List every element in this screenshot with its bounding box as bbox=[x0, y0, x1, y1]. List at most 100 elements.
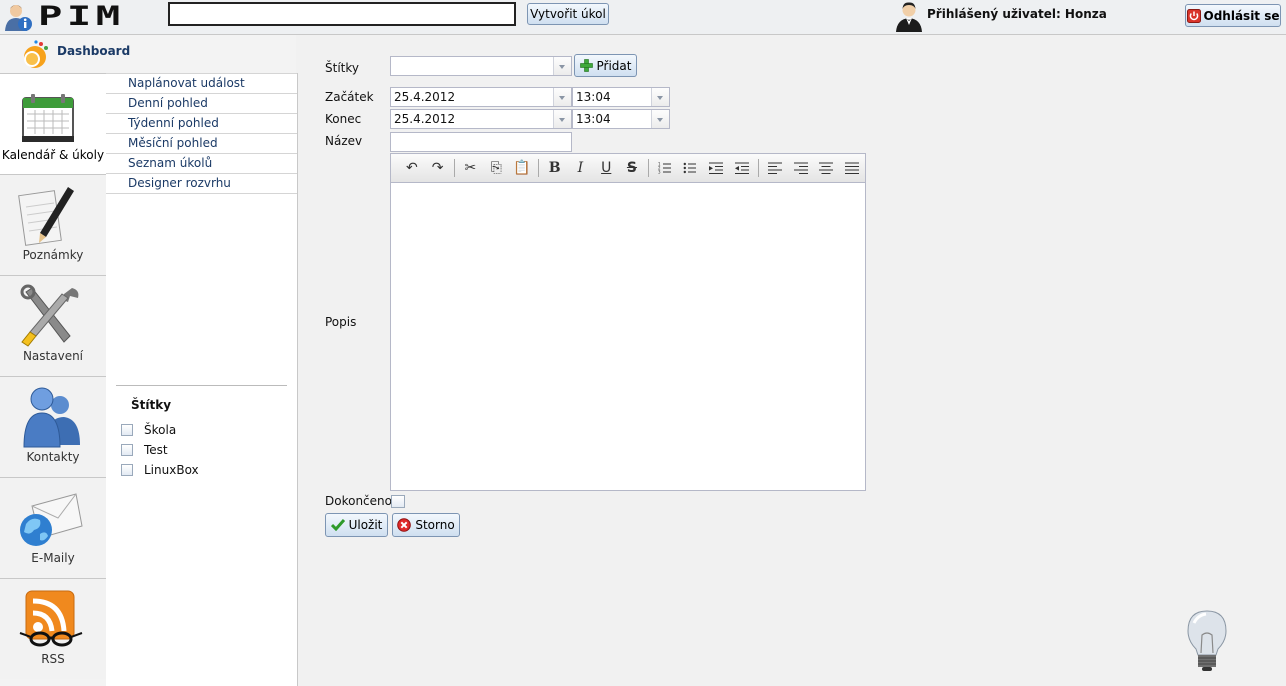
submenu-item-schedule-event[interactable]: Naplánovat událost bbox=[106, 73, 297, 93]
indent-icon[interactable] bbox=[703, 157, 729, 179]
start-date-field[interactable]: 25.4.2012 bbox=[390, 87, 572, 107]
description-label: Popis bbox=[325, 315, 357, 329]
bullet-list-icon[interactable] bbox=[678, 157, 704, 179]
module-settings[interactable]: Nastavení bbox=[0, 275, 106, 376]
search-input[interactable] bbox=[168, 2, 516, 26]
checkmark-icon bbox=[330, 519, 345, 531]
paste-icon[interactable]: 📋 bbox=[509, 157, 535, 179]
email-icon bbox=[20, 493, 83, 546]
dashboard-label: Dashboard bbox=[57, 44, 131, 58]
power-icon bbox=[1186, 8, 1201, 23]
module-label: RSS bbox=[41, 652, 65, 666]
add-tag-button[interactable]: Přidat bbox=[574, 54, 637, 77]
chevron-down-icon[interactable] bbox=[651, 110, 669, 128]
start-time-value: 13:04 bbox=[576, 90, 611, 104]
tag-checkbox[interactable] bbox=[121, 424, 133, 436]
divider bbox=[116, 385, 287, 386]
end-time-field[interactable]: 13:04 bbox=[572, 109, 670, 129]
copy-icon[interactable]: ⎘ bbox=[483, 157, 509, 179]
bold-icon[interactable]: B bbox=[542, 157, 568, 179]
save-button[interactable]: Uložit bbox=[325, 513, 388, 537]
user-avatar-icon bbox=[896, 2, 922, 32]
logout-label: Odhlásit se bbox=[1203, 8, 1280, 23]
logo-text: PIM bbox=[38, 1, 125, 32]
start-date-value: 25.4.2012 bbox=[394, 90, 456, 104]
tags-section-title: Štítky bbox=[131, 398, 172, 412]
tag-filter-item[interactable]: Test bbox=[121, 442, 168, 458]
chevron-down-icon[interactable] bbox=[651, 88, 669, 106]
plus-icon bbox=[579, 59, 593, 72]
tools-icon bbox=[20, 284, 79, 347]
lightbulb-icon[interactable] bbox=[1186, 609, 1228, 673]
description-editor[interactable] bbox=[390, 183, 866, 491]
tag-checkbox[interactable] bbox=[121, 444, 133, 456]
end-label: Konec bbox=[325, 112, 362, 126]
module-notes[interactable]: Poznámky bbox=[0, 174, 106, 275]
redo-icon[interactable]: ↷ bbox=[425, 157, 451, 179]
chevron-down-icon[interactable] bbox=[553, 88, 571, 106]
done-checkbox[interactable] bbox=[391, 495, 405, 508]
editor-toolbar: ↶ ↷ ✂ ⎘ 📋 B I U S 123 bbox=[390, 153, 866, 183]
start-label: Začátek bbox=[325, 90, 374, 104]
submenu-item-month-view[interactable]: Měsíční pohled bbox=[106, 133, 297, 153]
module-label: Nastavení bbox=[22, 349, 84, 363]
toolbar-separator bbox=[757, 159, 759, 177]
ordered-list-icon[interactable]: 123 bbox=[652, 157, 678, 179]
module-label: Kalendář & úkoly bbox=[1, 148, 105, 162]
contacts-icon bbox=[23, 387, 80, 448]
rss-icon bbox=[19, 590, 83, 647]
toolbar-separator bbox=[647, 159, 649, 177]
dashboard-link[interactable]: Dashboard bbox=[0, 35, 296, 73]
name-label: Název bbox=[325, 134, 363, 148]
event-form: Štítky Přidat Začátek 25.4.2012 13:04 Ko… bbox=[298, 35, 1286, 686]
align-right-icon[interactable] bbox=[788, 157, 814, 179]
module-calendar[interactable]: Kalendář & úkoly bbox=[0, 73, 107, 174]
tag-checkbox[interactable] bbox=[121, 464, 133, 476]
tags-label: Štítky bbox=[325, 61, 359, 75]
dashboard-icon bbox=[24, 40, 48, 68]
submenu-list: Naplánovat událost Denní pohled Týdenní … bbox=[106, 73, 297, 194]
logged-user-label: Přihlášený uživatel: Honza bbox=[927, 7, 1107, 21]
module-email[interactable]: E-Maily bbox=[0, 477, 106, 578]
module-label: Poznámky bbox=[22, 248, 84, 262]
top-bar: PIM Vytvořit úkol Přihlášený uživatel: H… bbox=[0, 0, 1286, 35]
align-center-icon[interactable] bbox=[813, 157, 839, 179]
toolbar-separator bbox=[453, 159, 455, 177]
strikethrough-icon[interactable]: S bbox=[619, 157, 645, 179]
align-justify-icon[interactable] bbox=[839, 157, 865, 179]
undo-icon[interactable]: ↶ bbox=[399, 157, 425, 179]
end-time-value: 13:04 bbox=[576, 112, 611, 126]
module-label: E-Maily bbox=[31, 551, 75, 565]
name-field[interactable] bbox=[390, 132, 572, 152]
end-date-field[interactable]: 25.4.2012 bbox=[390, 109, 572, 129]
logout-button[interactable]: Odhlásit se bbox=[1185, 4, 1281, 27]
cancel-label: Storno bbox=[415, 518, 455, 532]
start-time-field[interactable]: 13:04 bbox=[572, 87, 670, 107]
submenu-item-task-list[interactable]: Seznam úkolů bbox=[106, 153, 297, 173]
save-label: Uložit bbox=[348, 518, 383, 532]
tag-filter-item[interactable]: Škola bbox=[121, 422, 176, 438]
done-label: Dokončeno bbox=[325, 494, 392, 508]
align-left-icon[interactable] bbox=[762, 157, 788, 179]
italic-icon[interactable]: I bbox=[568, 157, 594, 179]
chevron-down-icon[interactable] bbox=[553, 110, 571, 128]
create-task-button[interactable]: Vytvořit úkol bbox=[527, 3, 609, 25]
svg-text:3: 3 bbox=[658, 170, 661, 175]
notepad-icon bbox=[18, 187, 74, 246]
submenu-item-week-view[interactable]: Týdenní pohled bbox=[106, 113, 297, 133]
tags-combobox[interactable] bbox=[390, 56, 572, 76]
cancel-button[interactable]: Storno bbox=[392, 513, 460, 537]
app-logo: PIM bbox=[2, 0, 132, 34]
chevron-down-icon[interactable] bbox=[553, 57, 571, 75]
module-contacts[interactable]: Kontakty bbox=[0, 376, 106, 477]
toolbar-separator bbox=[537, 159, 539, 177]
outdent-icon[interactable] bbox=[729, 157, 755, 179]
tag-filter-item[interactable]: LinuxBox bbox=[121, 462, 199, 478]
submenu-item-schedule-designer[interactable]: Designer rozvrhu bbox=[106, 173, 297, 194]
cut-icon[interactable]: ✂ bbox=[458, 157, 484, 179]
calendar-submenu: Naplánovat událost Denní pohled Týdenní … bbox=[106, 73, 298, 686]
module-label: Kontakty bbox=[26, 450, 80, 464]
submenu-item-day-view[interactable]: Denní pohled bbox=[106, 93, 297, 113]
module-rss[interactable]: RSS bbox=[0, 578, 106, 679]
underline-icon[interactable]: U bbox=[593, 157, 619, 179]
